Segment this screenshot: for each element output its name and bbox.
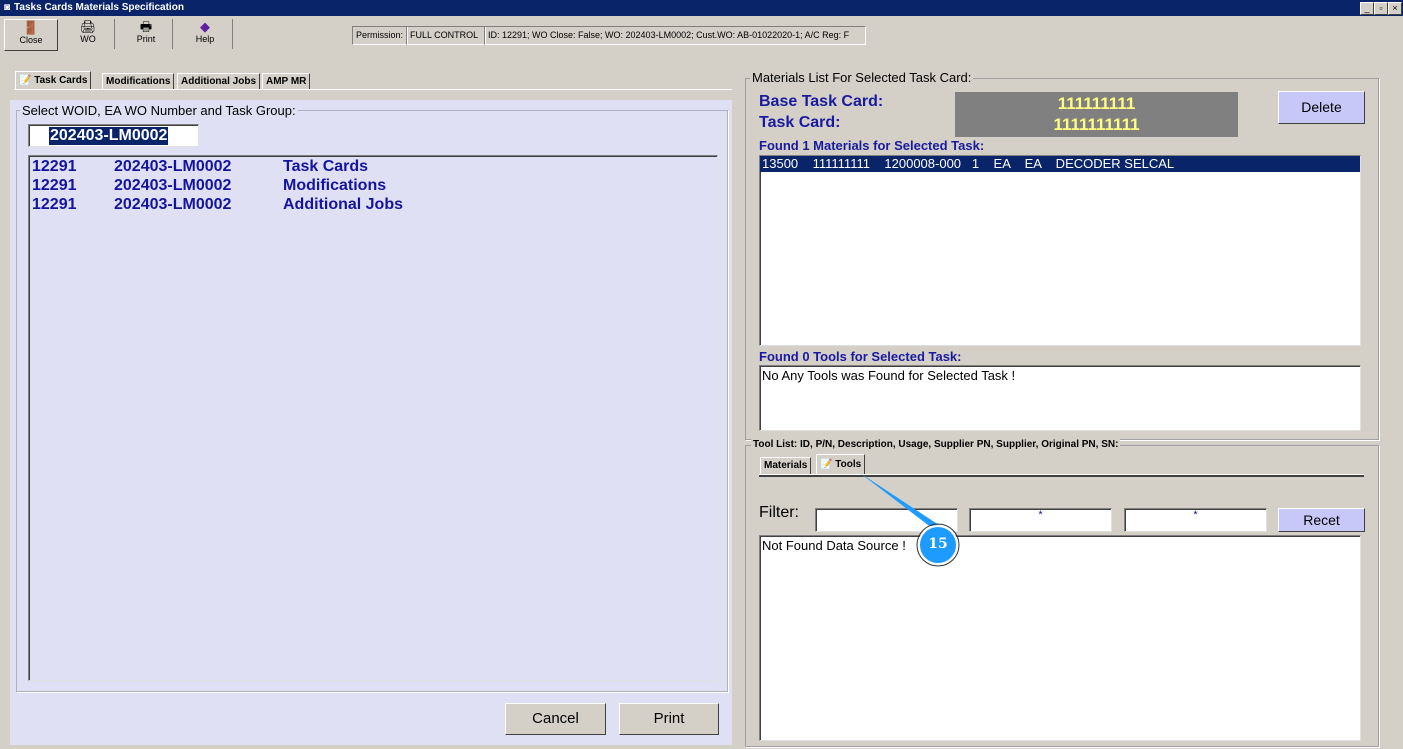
close-label: Close bbox=[19, 35, 43, 45]
note-icon: 📝 bbox=[19, 75, 32, 86]
reset-button[interactable]: Recet bbox=[1278, 508, 1365, 532]
delete-button[interactable]: Delete bbox=[1278, 91, 1365, 124]
annotation-callout bbox=[860, 473, 960, 567]
wo-info: ID: 12291; WO Close: False; WO: 202403-L… bbox=[484, 26, 866, 45]
tab-label: Task Cards bbox=[34, 75, 88, 86]
tool-list-group-label: Tool List: ID, P/N, Description, Usage, … bbox=[751, 439, 1121, 450]
printer-icon: 🖶 bbox=[139, 19, 153, 34]
wo-label: WO bbox=[80, 34, 96, 44]
note-icon: 📝 bbox=[820, 459, 833, 470]
tab-modifications[interactable]: Modifications bbox=[102, 73, 175, 90]
help-book-icon: ◆ bbox=[200, 19, 210, 34]
task-card-display: 111111111 1111111111 bbox=[955, 92, 1238, 137]
task-card-label: Task Card: bbox=[759, 114, 841, 131]
materials-list[interactable]: 13500 111111111 1200008-000 1 EA EA DECO… bbox=[759, 155, 1361, 346]
filter-label: Filter: bbox=[759, 504, 799, 521]
cancel-button[interactable]: Cancel bbox=[505, 703, 606, 735]
filter-input-3[interactable]: * bbox=[1124, 508, 1267, 532]
tab-additional-jobs[interactable]: Additional Jobs bbox=[177, 73, 260, 90]
print-button[interactable]: Print bbox=[619, 703, 719, 735]
filter-input-2[interactable]: * bbox=[969, 508, 1112, 532]
permission-value: FULL CONTROL bbox=[406, 26, 486, 45]
list-item[interactable]: 12291 202403-LM0002 Additional Jobs bbox=[29, 196, 709, 215]
help-button[interactable]: ◆ Help bbox=[178, 19, 233, 49]
printer-wo-icon: 🖨 bbox=[79, 19, 97, 34]
tools-empty-message: No Any Tools was Found for Selected Task… bbox=[762, 368, 1016, 383]
wo-button[interactable]: 🖨 WO bbox=[62, 19, 115, 49]
door-exit-icon: 🚪 bbox=[22, 20, 40, 35]
tools-list[interactable]: No Any Tools was Found for Selected Task… bbox=[759, 365, 1361, 431]
permission-label: Permission: bbox=[352, 26, 408, 45]
materials-group-label: Materials List For Selected Task Card: bbox=[750, 70, 974, 85]
base-task-card-value: 111111111 bbox=[1057, 94, 1136, 113]
task-card-value: 1111111111 bbox=[1053, 115, 1140, 134]
minimize-button[interactable]: _ bbox=[1360, 2, 1374, 15]
print-label: Print bbox=[136, 34, 156, 44]
print-toolbar-button[interactable]: 🖶 Print bbox=[120, 19, 173, 49]
annotation-number: 15 bbox=[928, 536, 948, 552]
list-item[interactable]: 12291 202403-LM0002 Task Cards bbox=[29, 158, 709, 177]
wo-number-value: 202403-LM0002 bbox=[49, 127, 169, 145]
material-row[interactable]: 13500 111111111 1200008-000 1 EA EA DECO… bbox=[760, 156, 1360, 172]
list-item[interactable]: 12291 202403-LM0002 Modifications bbox=[29, 177, 709, 196]
title-bar: ◙ Tasks Cards Materials Specification bbox=[0, 0, 1403, 16]
materials-count-label: Found 1 Materials for Selected Task: bbox=[759, 138, 985, 153]
tab-materials[interactable]: Materials bbox=[760, 457, 812, 474]
base-task-card-label: Base Task Card: bbox=[759, 93, 884, 110]
help-label: Help bbox=[195, 34, 215, 44]
app-icon: ◙ bbox=[4, 2, 11, 13]
task-group-list[interactable]: 12291 202403-LM0002 Task Cards 12291 202403… bbox=[28, 155, 718, 681]
window-title: Tasks Cards Materials Specification bbox=[14, 2, 184, 13]
tools-count-label: Found 0 Tools for Selected Task: bbox=[759, 349, 962, 364]
select-group-label: Select WOID, EA WO Number and Task Group… bbox=[20, 103, 298, 118]
tab-amp-mr[interactable]: AMP MR bbox=[262, 73, 311, 90]
wo-number-input[interactable]: 202403-LM0002 bbox=[28, 124, 199, 147]
close-button[interactable]: 🚪 Close bbox=[4, 19, 58, 51]
close-window-button[interactable]: × bbox=[1388, 2, 1402, 15]
restore-button[interactable]: ▫ bbox=[1374, 2, 1388, 15]
tab-task-cards[interactable]: 📝 Task Cards bbox=[15, 71, 92, 90]
